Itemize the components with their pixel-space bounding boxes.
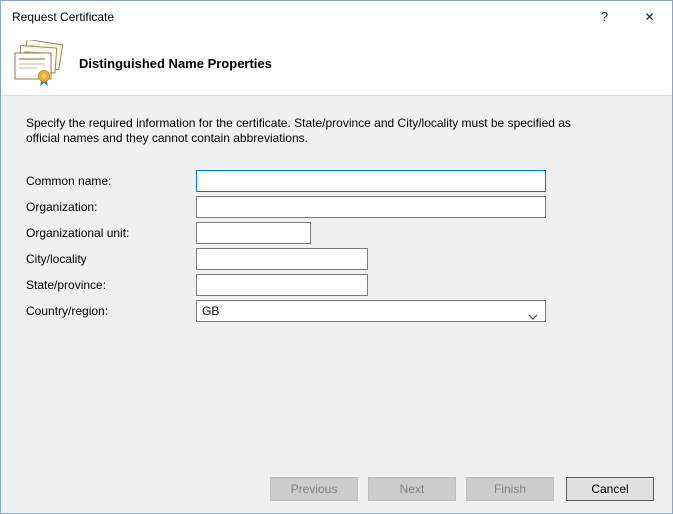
finish-button: Finish bbox=[466, 477, 554, 501]
common-name-label: Common name: bbox=[26, 174, 112, 188]
form-row-common-name: Common name: bbox=[26, 170, 647, 192]
certificate-form: Common name: Organization: Organizationa… bbox=[26, 170, 647, 322]
city-locality-label: City/locality bbox=[26, 252, 87, 266]
wizard-footer: Previous Next Finish Cancel bbox=[1, 465, 672, 513]
cancel-button[interactable]: Cancel bbox=[566, 477, 654, 501]
organization-input[interactable] bbox=[196, 196, 546, 218]
close-button[interactable]: ✕ bbox=[627, 1, 672, 32]
page-body: Specify the required information for the… bbox=[1, 96, 672, 322]
city-locality-input[interactable] bbox=[196, 248, 368, 270]
title-bar: Request Certificate ? ✕ bbox=[1, 1, 672, 32]
page-title: Distinguished Name Properties bbox=[79, 56, 272, 71]
country-region-label: Country/region: bbox=[26, 304, 109, 318]
form-row-state-province: State/province: bbox=[26, 274, 647, 296]
form-row-city-locality: City/locality bbox=[26, 248, 647, 270]
organization-label: Organization: bbox=[26, 200, 98, 214]
help-button[interactable]: ? bbox=[582, 1, 627, 32]
state-province-label: State/province: bbox=[26, 278, 107, 292]
country-region-dropdown[interactable]: GB bbox=[196, 300, 546, 322]
state-province-input[interactable] bbox=[196, 274, 368, 296]
wizard-header: Distinguished Name Properties bbox=[1, 32, 672, 96]
window-title: Request Certificate bbox=[12, 9, 115, 24]
organizational-unit-label: Organizational unit: bbox=[26, 226, 130, 240]
form-row-country-region: Country/region: GB bbox=[26, 300, 647, 322]
form-row-organizational-unit: Organizational unit: bbox=[26, 222, 647, 244]
next-button: Next bbox=[368, 477, 456, 501]
certificate-icon bbox=[13, 39, 71, 88]
organizational-unit-input[interactable] bbox=[196, 222, 311, 244]
titlebar-buttons: ? ✕ bbox=[582, 1, 672, 32]
form-row-organization: Organization: bbox=[26, 196, 647, 218]
common-name-input[interactable] bbox=[196, 170, 546, 192]
previous-button: Previous bbox=[270, 477, 358, 501]
instructions-text: Specify the required information for the… bbox=[26, 116, 571, 145]
request-certificate-dialog: Request Certificate ? ✕ Distinguished Na… bbox=[0, 0, 673, 514]
chevron-down-icon bbox=[528, 309, 538, 323]
country-region-value: GB bbox=[202, 304, 220, 318]
